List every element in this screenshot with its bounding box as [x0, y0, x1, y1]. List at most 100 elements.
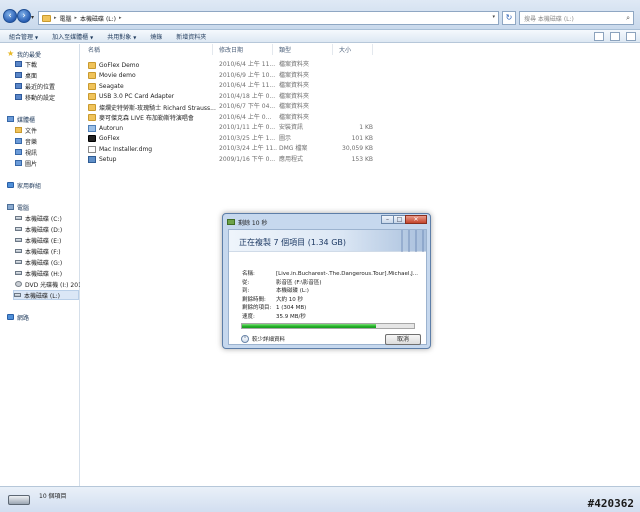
file-name: 燦爛史特勞斯-玫瑰騎士 Richard Strauss...	[99, 104, 216, 112]
preview-pane-icon[interactable]	[610, 32, 620, 41]
watermark: #420362	[587, 497, 634, 510]
back-button[interactable]: ‹	[3, 9, 17, 23]
device-icon	[15, 94, 22, 100]
column-header-size[interactable]: 大小	[333, 44, 373, 55]
file-row[interactable]: Mac Installer.dmg 2010/3/24 上午 11... DMG 檔…	[82, 144, 382, 154]
fewer-details-toggle[interactable]: ⌃ 較少詳細資料	[241, 335, 285, 343]
file-name: Mac Installer.dmg	[99, 145, 153, 153]
add-to-library-label: 加入至媒體櫃	[52, 33, 89, 41]
nav-favorites[interactable]: ★ 我的最愛	[7, 49, 87, 59]
folder-icon	[88, 61, 96, 69]
nav-mobile-settings-label: 移動的設定	[25, 94, 56, 102]
file-name-cell[interactable]: USB 3.0 PC Card Adapter	[88, 92, 218, 102]
dialog-header: 正在複製 7 個項目 (1.34 GB)	[229, 230, 426, 252]
file-row[interactable]: Movie demo 2010/6/9 上午 10... 檔案資料夾	[82, 71, 382, 81]
file-type: 檔案資料夾	[279, 82, 310, 89]
file-name-cell[interactable]: Mac Installer.dmg	[88, 144, 218, 154]
file-name-cell[interactable]: 燦爛史特勞斯-玫瑰騎士 Richard Strauss...	[88, 102, 218, 112]
nav-pictures-label: 圖片	[25, 160, 38, 168]
column-header-type[interactable]: 類型	[273, 44, 333, 55]
nav-homegroup-label: 家用群組	[17, 182, 42, 190]
file-row[interactable]: 燦爛史特勞斯-玫瑰騎士 Richard Strauss... 2010/6/7 下…	[82, 102, 382, 112]
file-type: 檔案資料夾	[279, 113, 310, 121]
nav-drive-l[interactable]: 本機磁碟 (L:)	[13, 290, 79, 300]
command-bar: 組合管理 ▼ 加入至媒體櫃 ▼ 共用對象 ▼ 燒錄 新增資料夾	[0, 30, 640, 43]
file-name-cell[interactable]: GoFlex	[88, 134, 218, 144]
file-row[interactable]: GoFlex 2010/3/25 上午 1... 圖示 101 KB	[82, 134, 382, 144]
recent-pages-chevron-icon[interactable]: ▾	[31, 14, 37, 21]
detail-value: 本機磁碟 (L:)	[276, 288, 309, 294]
file-row[interactable]: Autorun 2010/1/11 上午 0... 安裝資訊 1 KB	[82, 123, 382, 133]
nav-homegroup[interactable]: 家用群組	[7, 180, 87, 190]
detail-key: 從:	[242, 279, 250, 286]
breadcrumb-drive-l[interactable]: 本機磁碟 (L:)	[80, 14, 116, 23]
file-name-cell[interactable]: GoFlex Demo	[88, 60, 218, 70]
nav-drive-h-label: 本機磁碟 (H:)	[25, 270, 63, 278]
detail-key: 名稱:	[242, 271, 255, 277]
nav-computer[interactable]: 電腦	[7, 202, 87, 212]
new-folder-button[interactable]: 新增資料夾	[176, 32, 206, 41]
file-row[interactable]: Setup 2009/1/16 下午 0... 應用程式 153 KB	[82, 155, 382, 165]
window-controls: – □ ✕	[381, 215, 427, 224]
file-name-cell[interactable]: Setup	[88, 155, 218, 165]
breadcrumb-computer[interactable]: 電腦	[60, 14, 72, 23]
nav-drive-g-label: 本機磁碟 (G:)	[25, 259, 63, 267]
nav-dvd-i[interactable]: DVD 光碟機 (I:) 201	[15, 279, 80, 289]
file-row[interactable]: GoFlex Demo 2010/6/4 上午 11... 檔案資料夾	[82, 60, 382, 70]
close-button[interactable]: ✕	[405, 215, 427, 224]
help-icon[interactable]	[626, 32, 636, 41]
search-input[interactable]: 搜尋 本機磁碟 (L:) ⌕	[519, 11, 634, 25]
breadcrumb-separator-icon[interactable]: ▸	[119, 15, 122, 21]
breadcrumb-separator-icon[interactable]: ▸	[54, 15, 57, 21]
nav-drive-e-label: 本機磁碟 (E:)	[25, 237, 62, 245]
file-row[interactable]: USB 3.0 PC Card Adapter 2010/4/18 上午 0...…	[82, 92, 382, 102]
burn-button[interactable]: 燒錄	[150, 32, 162, 41]
file-row[interactable]: 麥可傑克森 LIVE 布加勒斯特演唱會 2010/6/4 上午 0... 檔案資料夾	[82, 113, 382, 123]
file-type: 檔案資料夾	[279, 71, 310, 79]
music-icon	[15, 138, 22, 144]
forward-button[interactable]: ›	[17, 9, 31, 23]
file-date: 2010/6/4 上午 0...	[219, 113, 272, 121]
organize-button[interactable]: 組合管理 ▼	[9, 32, 38, 41]
detail-value: 大約 10 秒	[276, 296, 303, 303]
file-name: 麥可傑克森 LIVE 布加勒斯特演唱會	[99, 115, 194, 122]
file-size	[337, 92, 373, 102]
hard-drive-icon	[15, 227, 22, 231]
dialog-titlebar[interactable]: 剩餘 10 秒	[227, 217, 267, 227]
file-name-cell[interactable]: 麥可傑克森 LIVE 布加勒斯特演唱會	[88, 113, 218, 123]
file-row[interactable]: Seagate 2010/6/4 上午 11... 檔案資料夾	[82, 81, 382, 91]
file-type: 檔案資料夾	[279, 103, 310, 110]
add-to-library-button[interactable]: 加入至媒體櫃 ▼	[52, 32, 93, 41]
nav-desktop-label: 桌面	[25, 72, 38, 80]
hard-drive-icon	[15, 271, 22, 275]
nav-libraries[interactable]: 媒體櫃	[7, 114, 87, 124]
nav-network[interactable]: 網路	[7, 312, 87, 322]
file-date: 2010/1/11 上午 0...	[219, 124, 276, 131]
folder-icon	[88, 93, 96, 100]
cancel-button[interactable]: 取消	[385, 334, 421, 345]
share-with-button[interactable]: 共用對象 ▼	[107, 32, 136, 41]
address-bar[interactable]: ▸ 電腦 ▸ 本機磁碟 (L:) ▸ ▾	[38, 11, 499, 25]
file-name: USB 3.0 PC Card Adapter	[99, 93, 175, 100]
address-dropdown-icon[interactable]: ▾	[492, 14, 495, 20]
column-header-name[interactable]: 名稱	[82, 44, 213, 55]
column-header-date[interactable]: 修改日期	[213, 44, 273, 55]
nav-drive-l-label: 本機磁碟 (L:)	[24, 292, 60, 300]
folder-icon	[88, 114, 96, 121]
search-icon[interactable]: ⌕	[626, 14, 630, 23]
refresh-button[interactable]: ↻	[502, 11, 516, 25]
homegroup-icon	[7, 182, 14, 188]
change-view-icon[interactable]	[594, 32, 604, 41]
dialog-body: 正在複製 7 個項目 (1.34 GB) 名稱: [Live.in.Buchare…	[228, 229, 427, 345]
file-size: 153 KB	[351, 155, 373, 163]
file-name-cell[interactable]: Autorun	[88, 123, 218, 133]
file-name-cell[interactable]: Movie demo	[88, 71, 218, 81]
folder-icon	[88, 72, 96, 79]
nav-drive-c-label: 本機磁碟 (C:)	[25, 215, 62, 223]
file-name-cell[interactable]: Seagate	[88, 81, 218, 91]
file-size	[337, 113, 373, 123]
breadcrumb-separator-icon[interactable]: ▸	[75, 15, 78, 21]
file-name: GoFlex Demo	[99, 61, 140, 69]
detail-value: 35.9 MB/秒	[276, 313, 306, 320]
file-size	[337, 102, 373, 112]
